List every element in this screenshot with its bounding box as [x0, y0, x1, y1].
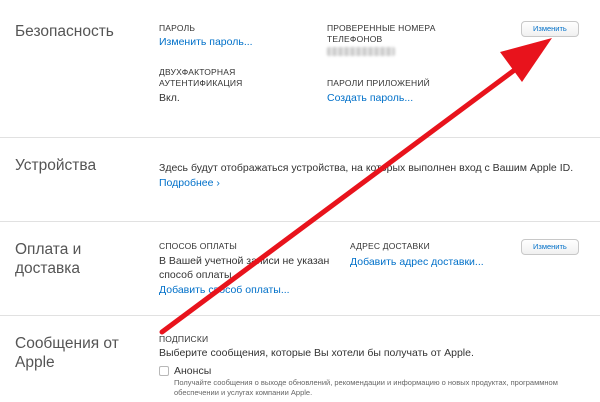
- add-payment-method-link[interactable]: Добавить способ оплаты...: [159, 283, 290, 297]
- payment-edit-button[interactable]: Изменить: [521, 239, 579, 255]
- subscriptions-label: ПОДПИСКИ: [159, 334, 209, 344]
- announcements-description-line2: обеспечении и услугах компании Apple.: [174, 388, 313, 397]
- divider-devices: [0, 221, 600, 222]
- payment-method-line1: В Вашей учетной записи не указан: [159, 255, 330, 267]
- payment-method-label: СПОСОБ ОПЛАТЫ: [159, 241, 237, 251]
- subscriptions-text: Выберите сообщения, которые Вы хотели бы…: [159, 347, 474, 359]
- trusted-phones-label-line2: ТЕЛЕФОНОВ: [327, 34, 383, 44]
- redacted-phone-number: [327, 47, 395, 56]
- shipping-address-label: АДРЕС ДОСТАВКИ: [350, 241, 430, 251]
- security-edit-button[interactable]: Изменить: [521, 21, 579, 37]
- red-arrow-head: [500, 38, 552, 82]
- two-factor-value: Вкл.: [159, 92, 180, 104]
- payment-section-title-line2: доставка: [15, 260, 80, 277]
- messages-section-title-line1: Сообщения от: [15, 335, 119, 352]
- announcements-checkbox[interactable]: [159, 366, 169, 376]
- messages-section-title-line2: Apple: [15, 354, 55, 371]
- divider-payment: [0, 315, 600, 316]
- announcements-label[interactable]: Анонсы: [174, 364, 211, 378]
- announcements-description-line1: Получайте сообщения о выходе обновлений,…: [174, 378, 558, 387]
- payment-section-title-line1: Оплата и: [15, 241, 82, 258]
- app-passwords-label: ПАРОЛИ ПРИЛОЖЕНИЙ: [327, 78, 430, 88]
- payment-method-line2: способ оплаты.: [159, 269, 235, 281]
- devices-section-title: Устройства: [15, 157, 97, 174]
- add-shipping-address-link[interactable]: Добавить адрес доставки...: [350, 255, 484, 269]
- two-factor-label-line2: АУТЕНТИФИКАЦИЯ: [159, 78, 243, 88]
- two-factor-label-line1: ДВУХФАКТОРНАЯ: [159, 67, 236, 77]
- security-section-title: Безопасность: [15, 23, 114, 40]
- devices-description: Здесь будут отображаться устройства, на …: [159, 162, 574, 174]
- password-label: ПАРОЛЬ: [159, 23, 196, 33]
- create-password-link[interactable]: Создать пароль...: [327, 91, 413, 105]
- trusted-phones-label-line1: ПРОВЕРЕННЫЕ НОМЕРА: [327, 23, 436, 33]
- divider-security: [0, 137, 600, 138]
- change-password-link[interactable]: Изменить пароль...: [159, 35, 253, 49]
- devices-more-link[interactable]: Подробнее ›: [159, 176, 220, 190]
